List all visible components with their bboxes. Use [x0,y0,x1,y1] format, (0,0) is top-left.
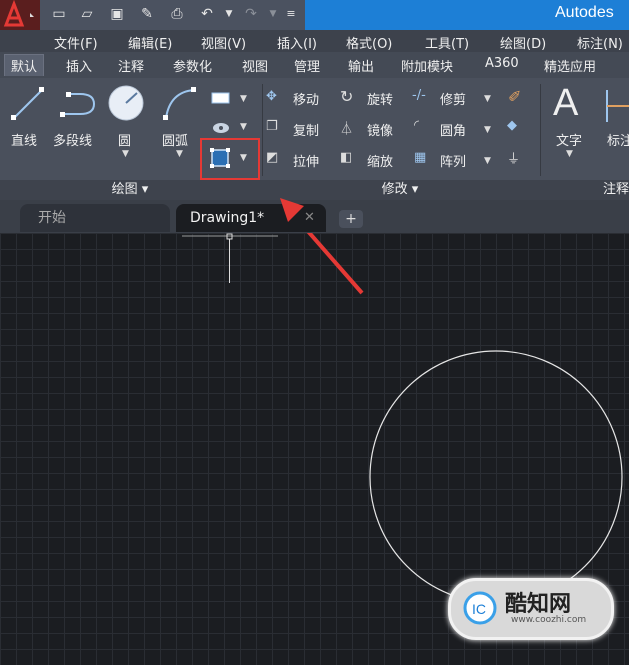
modify-panel-label: 修改 [381,182,408,197]
menu-bar: 文件(F) 编辑(E) 视图(V) 插入(I) 格式(O) 工具(T) 绘图(D… [0,30,629,52]
array-icon[interactable]: ▦ [414,150,426,165]
watermark-url: www.coozhi.com [511,615,587,625]
watermark-badge: IC 酷知网 www.coozhi.com [448,578,614,640]
rectangle-dropdown-icon[interactable]: ▼ [240,94,247,104]
stretch-icon[interactable]: ◩ [266,150,278,165]
polyline-button[interactable]: 多段线 [53,130,92,149]
menu-insert[interactable]: 插入(I) [277,33,317,52]
trim-icon[interactable]: -/- [412,88,426,103]
start-tab-label: 开始 [38,210,66,226]
save-as-icon[interactable]: ✎ [138,5,156,23]
erase-icon[interactable]: ✐ [508,87,521,106]
dimension-icon[interactable] [604,86,629,126]
rectangle-icon[interactable] [210,90,232,106]
annotation-panel-title[interactable]: 注释 [596,180,629,200]
save-icon[interactable]: ▣ [108,5,126,23]
array-dropdown-icon[interactable]: ▼ [484,156,491,166]
tab-annotate[interactable]: 注释 [118,56,144,75]
array-button[interactable]: 阵列 [440,151,466,170]
scale-icon[interactable]: ◧ [340,150,352,165]
tab-a360[interactable]: A360 [485,56,519,71]
arc-button[interactable]: 圆弧 [162,130,188,149]
move-button[interactable]: 移动 [293,89,319,108]
undo-icon[interactable]: ↶ [198,5,216,23]
menu-format[interactable]: 格式(O) [346,33,392,52]
svg-text:IC: IC [472,601,486,617]
menu-file[interactable]: 文件(F) [54,33,98,52]
fillet-icon[interactable]: ◜ [414,118,419,133]
new-file-icon[interactable]: ▭ [50,5,68,23]
redo-dropdown-icon[interactable]: ▼ [264,5,282,23]
draw-panel-label: 绘图 [111,182,138,197]
tab-insert[interactable]: 插入 [66,56,92,75]
rotate-icon[interactable]: ↻ [340,87,353,106]
print-icon[interactable]: ⎙ [168,5,186,23]
tab-default[interactable]: 默认 [4,54,45,76]
rotate-button[interactable]: 旋转 [367,89,393,108]
drawn-circle[interactable] [369,350,623,604]
menu-draw[interactable]: 绘图(D) [500,33,546,52]
fillet-button[interactable]: 圆角 [440,120,466,139]
text-icon[interactable]: A [553,82,578,125]
open-file-icon[interactable]: ▱ [78,5,96,23]
ribbon-tab-bar: 默认 插入 注释 参数化 视图 管理 输出 附加模块 A360 精选应用 [0,52,629,79]
draw-panel-title[interactable]: 绘图 ▾ [0,180,260,200]
circle-icon[interactable] [107,84,147,124]
annotation-arrow [306,233,364,295]
annotation-arrowhead-top [280,198,304,222]
new-tab-button[interactable]: + [339,210,363,228]
panel-separator [262,84,263,176]
tab-view[interactable]: 视图 [242,56,268,75]
circle-dropdown-icon[interactable]: ▼ [122,149,129,159]
arc-icon[interactable] [160,84,200,124]
move-icon[interactable]: ✥ [266,89,277,104]
menu-dimension[interactable]: 标注(N) [577,33,623,52]
menu-tools[interactable]: 工具(T) [425,33,469,52]
explode-icon[interactable]: ◆ [507,118,517,133]
redo-icon[interactable]: ↷ [242,5,260,23]
text-dropdown-icon[interactable]: ▼ [566,149,573,159]
text-button[interactable]: 文字 [556,130,582,149]
circle-button[interactable]: 圆 [118,130,131,149]
hatch-icon[interactable] [210,118,232,136]
tab-output[interactable]: 输出 [348,56,374,75]
tab-manage[interactable]: 管理 [294,56,320,75]
app-logo-button[interactable] [0,0,40,30]
panel-separator [540,84,541,176]
scale-button[interactable]: 缩放 [367,151,393,170]
menu-edit[interactable]: 编辑(E) [128,33,172,52]
app-title: Autodes [555,4,614,21]
tab-addins[interactable]: 附加模块 [401,56,453,75]
watermark-brand: 酷知网 [505,592,572,617]
menu-view[interactable]: 视图(V) [201,33,246,52]
arc-dropdown-icon[interactable]: ▼ [176,149,183,159]
highlight-box [200,138,260,180]
trim-button[interactable]: 修剪 [440,89,466,108]
ribbon-panel-bar: 绘图 ▾ 修改 ▾ 注释 [0,180,629,200]
title-bar: ▭ ▱ ▣ ✎ ⎙ ↶ ▼ ↷ ▼ ≡ Autodes [0,0,629,30]
line-button[interactable]: 直线 [11,130,37,149]
coozhi-logo-icon: IC [463,591,497,625]
document-tab-bar: 开始 Drawing1* ✕ + [0,200,629,233]
annotation-panel-label: 注释 [602,182,629,197]
trim-dropdown-icon[interactable]: ▼ [484,94,491,104]
autocad-logo-icon [3,0,34,27]
drawing1-tab-label: Drawing1* [190,210,265,226]
stretch-button[interactable]: 拉伸 [293,151,319,170]
hatch-dropdown-icon[interactable]: ▼ [240,122,247,132]
offset-icon[interactable]: ⏚ [507,148,520,167]
customize-toolbar-icon[interactable]: ≡ [282,5,300,23]
tab-featured-apps[interactable]: 精选应用 [544,56,596,75]
fillet-dropdown-icon[interactable]: ▼ [484,125,491,135]
tab-parametric[interactable]: 参数化 [173,56,212,75]
mirror-icon[interactable]: ⏃ [340,118,353,137]
copy-icon[interactable]: ❐ [266,119,278,134]
mirror-button[interactable]: 镜像 [367,120,393,139]
polyline-icon[interactable] [58,84,102,124]
copy-button[interactable]: 复制 [293,120,319,139]
line-icon[interactable] [8,84,48,124]
undo-dropdown-icon[interactable]: ▼ [220,5,238,23]
dimension-button[interactable]: 标注 [607,130,629,149]
start-tab[interactable]: 开始 [20,204,170,232]
